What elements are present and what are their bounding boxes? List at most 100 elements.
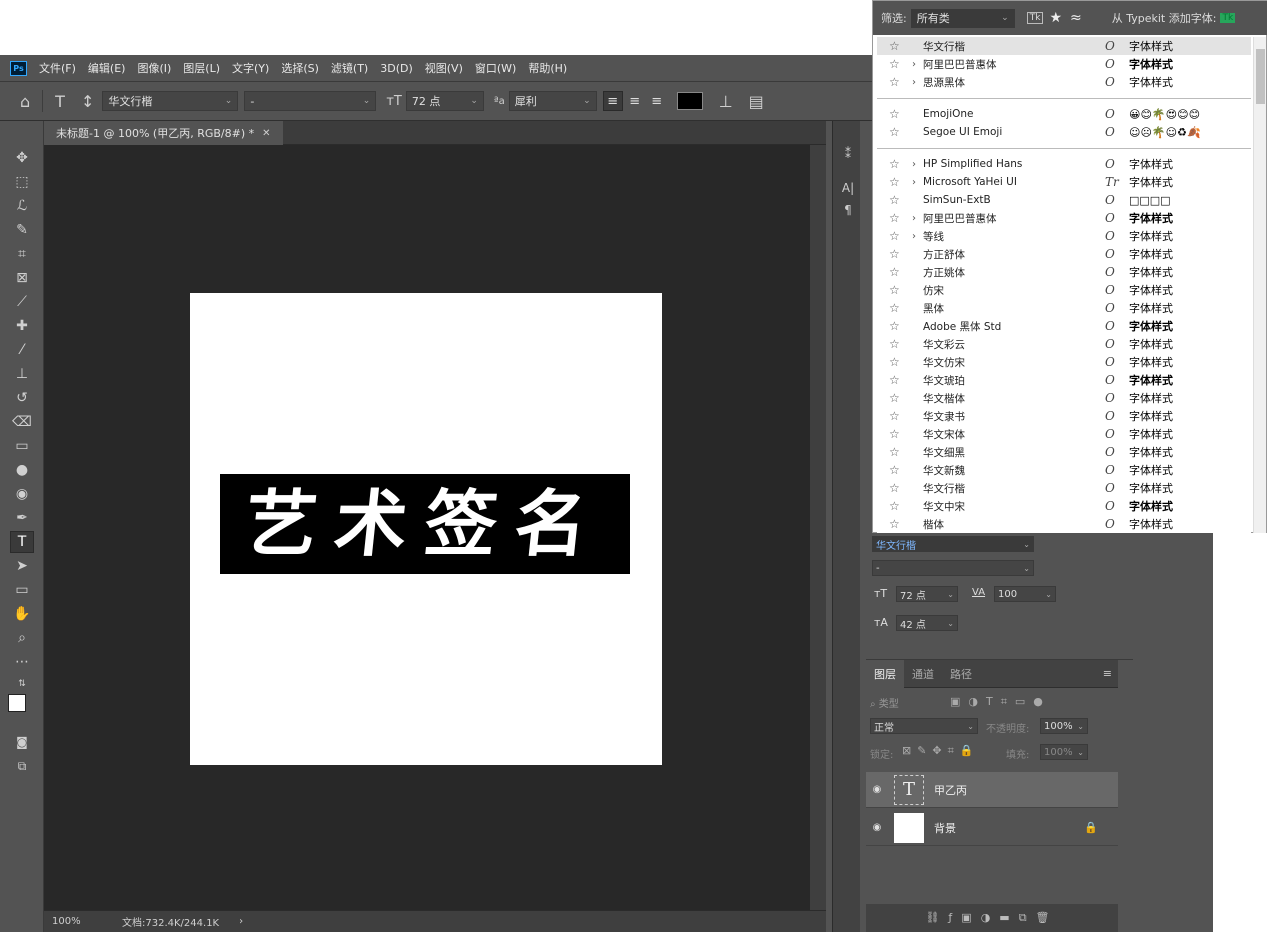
more-tools-icon[interactable]: ⋯ [10, 651, 34, 673]
star-icon[interactable]: ☆ [889, 157, 905, 171]
star-icon[interactable]: ☆ [889, 463, 905, 477]
character-panel-icon[interactable]: A| [839, 179, 857, 197]
menu-layer[interactable]: 图层(L) [183, 60, 220, 76]
star-icon[interactable]: ☆ [889, 39, 905, 53]
document-canvas[interactable]: 艺术签名 [190, 293, 662, 765]
hand-tool-icon[interactable]: ✋ [10, 603, 34, 625]
menu-view[interactable]: 视图(V) [425, 60, 463, 76]
font-list-item[interactable]: ☆ 华文细黑 O 字体样式 [877, 443, 1251, 461]
home-icon[interactable]: ⌂ [20, 92, 30, 111]
align-right-button[interactable]: ≡ [647, 91, 667, 111]
font-list-item[interactable]: ☆ EmojiOne O 😀😊🌴😍😊😊 [877, 105, 1251, 123]
star-icon[interactable]: ☆ [889, 391, 905, 405]
blur-tool-icon[interactable]: ● [10, 459, 34, 481]
layers-footer-icons[interactable]: ⛓ƒ▣◑▬⧉🗑 [866, 904, 1118, 932]
vertical-scrollbar[interactable] [810, 145, 826, 910]
font-list-item[interactable]: ☆ 黑体 O 字体样式 [877, 299, 1251, 317]
similar-fonts-icon[interactable]: ≈ [1070, 10, 1082, 26]
font-list-item[interactable]: ☆ 华文仿宋 O 字体样式 [877, 353, 1251, 371]
history-panel-icon[interactable]: ⁑ [839, 145, 857, 163]
font-list-item[interactable]: ☆ 华文中宋 O 字体样式 [877, 497, 1251, 515]
eye-icon[interactable]: ◉ [866, 822, 888, 833]
star-icon[interactable]: ☆ [889, 355, 905, 369]
warp-text-icon[interactable]: ⊥ [719, 92, 733, 111]
chevron-right-icon[interactable]: › [905, 159, 923, 170]
anti-alias-select[interactable]: 犀利 ⌄ [508, 91, 597, 111]
font-list-item[interactable]: ☆ › 思源黑体 O 字体样式 [877, 73, 1251, 91]
tab-channels[interactable]: 通道 [904, 660, 942, 688]
star-icon[interactable]: ☆ [889, 283, 905, 297]
menu-window[interactable]: 窗口(W) [475, 60, 516, 76]
text-layer-content[interactable]: 艺术签名 [220, 474, 630, 574]
star-icon[interactable]: ☆ [889, 175, 905, 189]
text-color-swatch[interactable] [676, 92, 703, 110]
frame-tool-icon[interactable]: ⊠ [10, 267, 34, 289]
font-list-item[interactable]: ☆ 华文楷体 O 字体样式 [877, 389, 1251, 407]
font-list-item[interactable]: ☆ 楷体 O 字体样式 [877, 515, 1251, 533]
foreground-color-swatch[interactable] [8, 694, 26, 712]
font-list-item[interactable]: ☆ 方正舒体 O 字体样式 [877, 245, 1251, 263]
font-list-item[interactable]: ☆ › 阿里巴巴普惠体 O 字体样式 [877, 55, 1251, 73]
star-icon[interactable]: ☆ [889, 517, 905, 531]
font-list-item[interactable]: ☆ 华文宋体 O 字体样式 [877, 425, 1251, 443]
star-icon[interactable]: ☆ [889, 427, 905, 441]
menu-select[interactable]: 选择(S) [281, 60, 319, 76]
font-list-item[interactable]: ☆ 华文行楷 O 字体样式 [877, 37, 1251, 55]
lasso-tool-icon[interactable]: ℒ [10, 195, 34, 217]
layer-row[interactable]: ◉ T 甲乙丙 [866, 772, 1118, 808]
font-class-filter-select[interactable]: 所有类 ⌄ [910, 8, 1015, 28]
character-panel-toggle-icon[interactable]: ▤ [749, 92, 764, 111]
layer-filter-kind[interactable]: ⌕ 类型 [870, 695, 930, 710]
star-icon[interactable]: ☆ [889, 125, 905, 139]
star-icon[interactable]: ☆ [889, 481, 905, 495]
opacity-select[interactable]: 100% ⌄ [1040, 718, 1088, 734]
chevron-right-icon[interactable]: › [905, 59, 923, 70]
font-list-item[interactable]: ☆ 华文隶书 O 字体样式 [877, 407, 1251, 425]
chevron-right-icon[interactable]: › [905, 213, 923, 224]
gradient-tool-icon[interactable]: ▭ [10, 435, 34, 457]
chevron-right-icon[interactable]: › [905, 177, 923, 188]
document-tab[interactable]: 未标题-1 @ 100% (甲乙丙, RGB/8#) * ✕ [44, 121, 283, 145]
eye-icon[interactable]: ◉ [866, 784, 888, 795]
font-list-item[interactable]: ☆ Adobe 黑体 Std O 字体样式 [877, 317, 1251, 335]
canvas-workspace[interactable]: 艺术签名 [44, 145, 810, 910]
dodge-tool-icon[interactable]: ◉ [10, 483, 34, 505]
paragraph-panel-icon[interactable]: ¶ [839, 201, 857, 219]
toggle-text-orientation-icon[interactable]: ↕ [81, 92, 94, 111]
scrollbar-thumb[interactable] [1256, 49, 1265, 104]
type-tool-icon[interactable]: T [10, 531, 34, 553]
font-list[interactable]: ☆ 华文行楷 O 字体样式 ☆ › 阿里巴巴普惠体 O 字体样式 ☆ › 思源黑体 O 字体样式 ☆ Emoj… [877, 37, 1251, 533]
history-brush-tool-icon[interactable]: ↺ [10, 387, 34, 409]
star-icon[interactable]: ☆ [889, 373, 905, 387]
font-style-select[interactable]: - ⌄ [244, 91, 377, 111]
star-filter-icon[interactable]: ★ [1049, 10, 1062, 26]
chevron-right-icon[interactable]: › [905, 77, 923, 88]
font-list-item[interactable]: ☆ 华文琥珀 O 字体样式 [877, 371, 1251, 389]
rectangle-tool-icon[interactable]: ▭ [10, 579, 34, 601]
close-icon[interactable]: ✕ [262, 128, 270, 139]
star-icon[interactable]: ☆ [889, 319, 905, 333]
chevron-right-icon[interactable]: › [905, 231, 923, 242]
stamp-tool-icon[interactable]: ⊥ [10, 363, 34, 385]
eyedropper-tool-icon[interactable]: ⟋ [10, 291, 34, 313]
star-icon[interactable]: ☆ [889, 229, 905, 243]
align-left-button[interactable]: ≡ [602, 91, 623, 111]
font-list-item[interactable]: ☆ 华文新魏 O 字体样式 [877, 461, 1251, 479]
star-icon[interactable]: ☆ [889, 301, 905, 315]
menu-image[interactable]: 图像(I) [137, 60, 171, 76]
quick-mask-icon[interactable]: ◙ [10, 731, 34, 753]
menu-edit[interactable]: 编辑(E) [88, 60, 126, 76]
tab-layers[interactable]: 图层 [866, 659, 904, 688]
star-icon[interactable]: ☆ [889, 247, 905, 261]
lock-icons[interactable]: ⊠✎✥⌗🔒 [902, 744, 980, 758]
menu-filter[interactable]: 滤镜(T) [331, 60, 368, 76]
font-list-item[interactable]: ☆ 方正姚体 O 字体样式 [877, 263, 1251, 281]
font-family-select[interactable]: 华文行楷 ⌄ [102, 91, 239, 111]
star-icon[interactable]: ☆ [889, 193, 905, 207]
font-list-item[interactable]: ☆ › HP Simplified Hans O 字体样式 [877, 155, 1251, 173]
star-icon[interactable]: ☆ [889, 75, 905, 89]
character-tracking-select[interactable]: 100 ⌄ [994, 586, 1056, 602]
star-icon[interactable]: ☆ [889, 337, 905, 351]
swap-colors-icon[interactable]: ⇅ [10, 673, 34, 695]
font-list-item[interactable]: ☆ 华文彩云 O 字体样式 [877, 335, 1251, 353]
